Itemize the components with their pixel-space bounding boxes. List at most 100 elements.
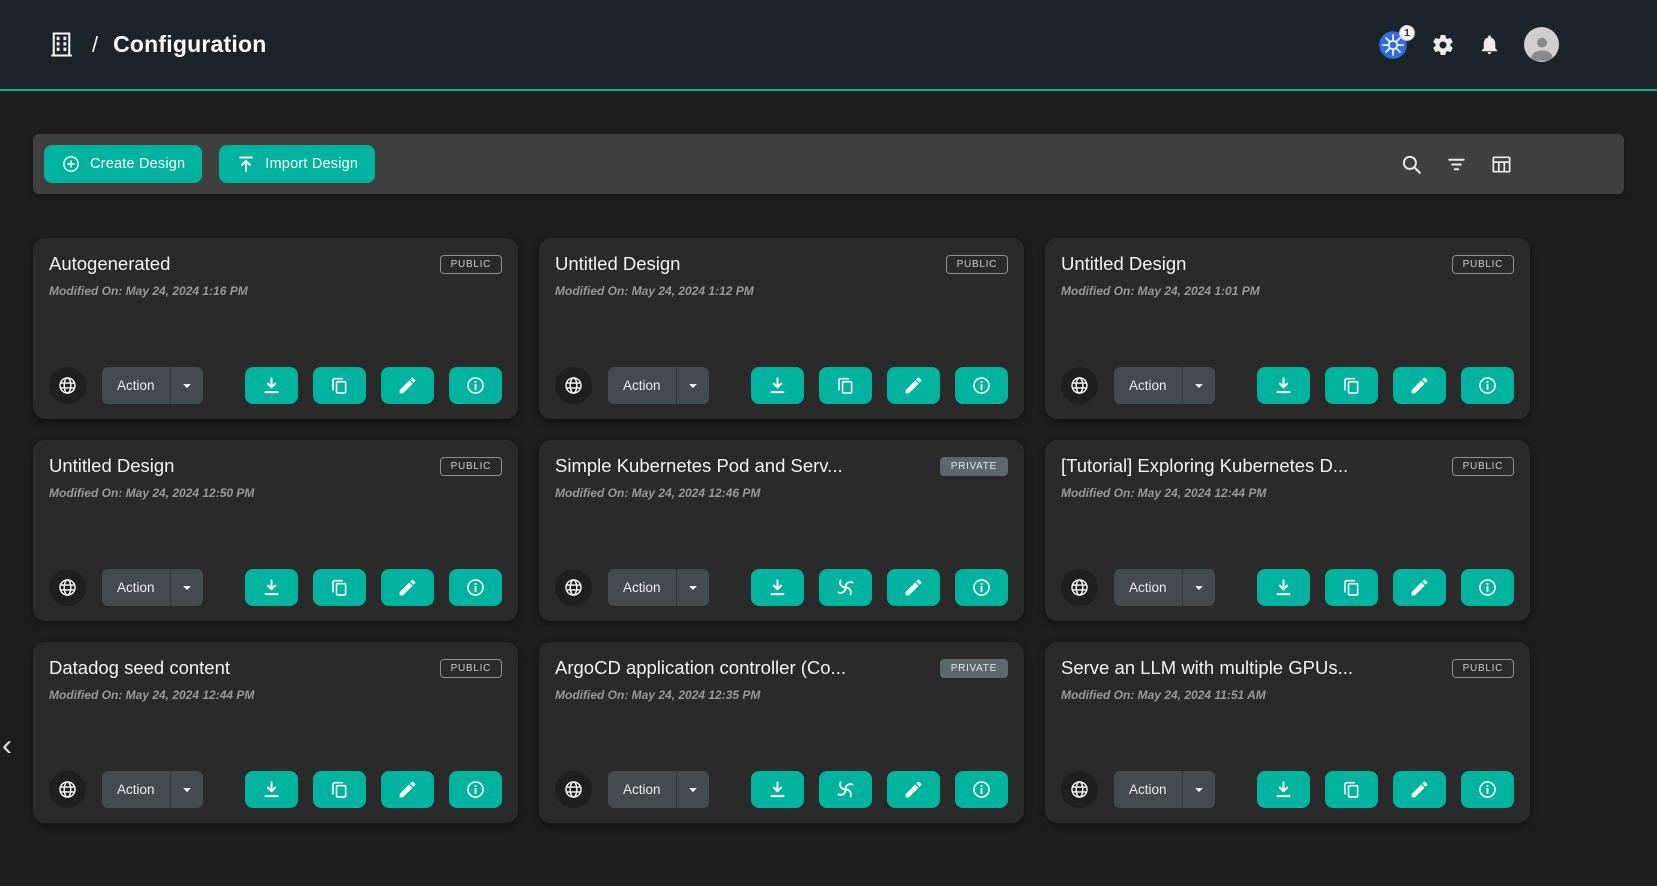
filter-button[interactable] xyxy=(1445,153,1468,176)
action-button[interactable]: Action xyxy=(1114,367,1182,404)
copy-icon xyxy=(1341,577,1362,598)
action-button[interactable]: Action xyxy=(608,367,676,404)
visibility-globe-button[interactable] xyxy=(555,367,592,404)
download-button[interactable] xyxy=(751,771,804,808)
action-dropdown-button[interactable] xyxy=(170,771,203,808)
visibility-badge: PUBLIC xyxy=(440,255,502,274)
info-button[interactable] xyxy=(449,367,502,404)
import-design-button[interactable]: Import Design xyxy=(219,145,375,183)
info-button[interactable] xyxy=(955,771,1008,808)
download-button[interactable] xyxy=(751,367,804,404)
edit-button[interactable] xyxy=(1393,569,1446,606)
pencil-icon xyxy=(903,779,924,800)
modified-on-text: Modified On: May 24, 2024 12:44 PM xyxy=(49,688,502,702)
search-button[interactable] xyxy=(1400,153,1423,176)
action-button[interactable]: Action xyxy=(608,569,676,606)
visibility-globe-button[interactable] xyxy=(1061,569,1098,606)
edit-button[interactable] xyxy=(381,771,434,808)
table-view-icon xyxy=(1490,153,1513,176)
drawer-collapse-button[interactable]: ‹ xyxy=(2,731,12,761)
visibility-globe-button[interactable] xyxy=(49,771,86,808)
design-title: Untitled Design xyxy=(555,253,680,275)
visibility-globe-button[interactable] xyxy=(49,569,86,606)
kubernetes-context-button[interactable]: 1 xyxy=(1378,30,1408,60)
download-button[interactable] xyxy=(245,569,298,606)
settings-button[interactable] xyxy=(1431,33,1455,57)
card-action-row: Action xyxy=(1061,367,1514,404)
info-button[interactable] xyxy=(955,569,1008,606)
info-button[interactable] xyxy=(1461,569,1514,606)
edit-button[interactable] xyxy=(887,771,940,808)
deploy-button[interactable] xyxy=(819,569,872,606)
action-dropdown-button[interactable] xyxy=(676,569,709,606)
download-button[interactable] xyxy=(1257,367,1310,404)
globe-icon xyxy=(1069,779,1090,800)
visibility-globe-button[interactable] xyxy=(555,569,592,606)
action-split-button: Action xyxy=(102,569,203,606)
action-dropdown-button[interactable] xyxy=(1182,569,1215,606)
caret-down-icon xyxy=(177,578,197,598)
download-icon xyxy=(1273,577,1294,598)
action-dropdown-button[interactable] xyxy=(1182,771,1215,808)
action-dropdown-button[interactable] xyxy=(170,367,203,404)
caret-down-icon xyxy=(177,376,197,396)
copy-icon xyxy=(329,577,350,598)
clone-button[interactable] xyxy=(313,569,366,606)
download-button[interactable] xyxy=(245,771,298,808)
notifications-button[interactable] xyxy=(1478,33,1501,56)
user-avatar[interactable] xyxy=(1524,27,1559,62)
info-button[interactable] xyxy=(1461,771,1514,808)
action-dropdown-button[interactable] xyxy=(676,367,709,404)
edit-button[interactable] xyxy=(887,367,940,404)
download-icon xyxy=(767,577,788,598)
action-button[interactable]: Action xyxy=(1114,771,1182,808)
clone-button[interactable] xyxy=(313,771,366,808)
action-button[interactable]: Action xyxy=(608,771,676,808)
card-action-row: Action xyxy=(555,771,1008,808)
action-dropdown-button[interactable] xyxy=(676,771,709,808)
card-action-row: Action xyxy=(49,367,502,404)
action-dropdown-button[interactable] xyxy=(170,569,203,606)
create-design-button[interactable]: Create Design xyxy=(44,145,202,183)
toolbar-view-controls xyxy=(1400,153,1613,176)
modified-on-text: Modified On: May 24, 2024 1:16 PM xyxy=(49,284,502,298)
info-button[interactable] xyxy=(955,367,1008,404)
download-button[interactable] xyxy=(245,367,298,404)
globe-icon xyxy=(57,779,78,800)
action-button[interactable]: Action xyxy=(102,771,170,808)
filter-icon xyxy=(1445,153,1468,176)
edit-button[interactable] xyxy=(887,569,940,606)
card-quick-actions xyxy=(245,569,502,606)
visibility-globe-button[interactable] xyxy=(555,771,592,808)
action-button[interactable]: Action xyxy=(1114,569,1182,606)
info-button[interactable] xyxy=(449,569,502,606)
clone-button[interactable] xyxy=(819,367,872,404)
clone-button[interactable] xyxy=(1325,771,1378,808)
action-button[interactable]: Action xyxy=(102,367,170,404)
globe-icon xyxy=(1069,577,1090,598)
download-button[interactable] xyxy=(751,569,804,606)
edit-button[interactable] xyxy=(1393,771,1446,808)
edit-button[interactable] xyxy=(1393,367,1446,404)
upload-icon xyxy=(236,154,256,174)
visibility-globe-button[interactable] xyxy=(49,367,86,404)
visibility-badge: PUBLIC xyxy=(440,457,502,476)
clone-button[interactable] xyxy=(313,367,366,404)
table-view-button[interactable] xyxy=(1490,153,1513,176)
info-button[interactable] xyxy=(449,771,502,808)
clone-button[interactable] xyxy=(1325,367,1378,404)
edit-button[interactable] xyxy=(381,569,434,606)
download-button[interactable] xyxy=(1257,569,1310,606)
action-button[interactable]: Action xyxy=(102,569,170,606)
edit-button[interactable] xyxy=(381,367,434,404)
deploy-button[interactable] xyxy=(819,771,872,808)
visibility-globe-button[interactable] xyxy=(1061,771,1098,808)
action-dropdown-button[interactable] xyxy=(1182,367,1215,404)
building-icon[interactable] xyxy=(46,29,77,60)
visibility-globe-button[interactable] xyxy=(1061,367,1098,404)
copy-icon xyxy=(835,375,856,396)
info-button[interactable] xyxy=(1461,367,1514,404)
download-icon xyxy=(261,577,282,598)
clone-button[interactable] xyxy=(1325,569,1378,606)
download-button[interactable] xyxy=(1257,771,1310,808)
